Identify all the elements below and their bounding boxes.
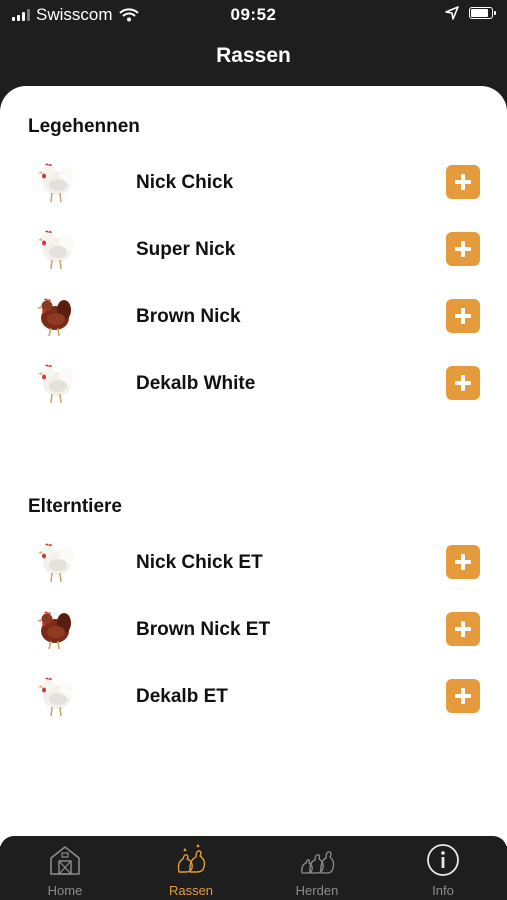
status-time: 09:52	[230, 5, 277, 24]
breed-name: Brown Nick	[136, 306, 241, 327]
chickens-icon	[177, 844, 206, 873]
status-bar: Swisscom 09:52	[0, 0, 507, 30]
section-title-legehennen: Legehennen	[28, 116, 140, 137]
list-item[interactable]: Dekalb ET	[0, 672, 507, 732]
battery-icon	[469, 7, 496, 19]
brown-hen-icon	[30, 292, 78, 340]
breed-name: Dekalb White	[136, 373, 256, 394]
breed-name: Dekalb ET	[136, 686, 228, 707]
tab-label: Home	[47, 883, 83, 898]
flock-icon	[301, 851, 335, 874]
tab-label: Rassen	[168, 883, 214, 898]
add-button[interactable]	[446, 165, 480, 199]
page-title: Rassen	[216, 44, 291, 67]
status-right-group	[445, 6, 496, 20]
add-button[interactable]	[446, 679, 480, 713]
tab-label: Herden	[295, 883, 339, 898]
section-title-elterntiere: Elterntiere	[28, 496, 122, 517]
white-hen-icon	[30, 359, 78, 407]
white-hen-icon	[30, 225, 78, 273]
barn-icon	[50, 846, 80, 875]
location-arrow-icon	[445, 6, 459, 20]
list-item[interactable]: Brown Nick ET	[0, 605, 507, 665]
tab-home[interactable]: Home	[2, 836, 128, 900]
list-item[interactable]: Nick Chick ET	[0, 538, 507, 598]
breeds-list: Legehennen Nick Chick Super Nick Brown N…	[0, 86, 507, 846]
breed-name: Brown Nick ET	[136, 619, 271, 640]
list-item[interactable]: Nick Chick	[0, 158, 507, 218]
tab-info[interactable]: Info	[380, 836, 506, 900]
add-button[interactable]	[446, 545, 480, 579]
white-hen-icon	[30, 158, 78, 206]
list-item[interactable]: Super Nick	[0, 225, 507, 285]
tab-rassen[interactable]: Rassen	[128, 836, 254, 900]
tab-bar: Home Rassen Herden Info	[0, 836, 507, 900]
add-button[interactable]	[446, 366, 480, 400]
breed-name: Nick Chick ET	[136, 552, 263, 573]
brown-hen-icon	[30, 605, 78, 653]
list-item[interactable]: Brown Nick	[0, 292, 507, 352]
list-item[interactable]: Dekalb White	[0, 359, 507, 419]
breed-name: Nick Chick	[136, 172, 234, 193]
tab-label: Info	[432, 883, 454, 898]
white-hen-icon	[30, 672, 78, 720]
add-button[interactable]	[446, 299, 480, 333]
add-button[interactable]	[446, 232, 480, 266]
info-icon	[427, 844, 459, 876]
white-hen-icon	[30, 538, 78, 586]
tab-herden[interactable]: Herden	[254, 836, 380, 900]
add-button[interactable]	[446, 612, 480, 646]
breed-name: Super Nick	[136, 239, 236, 260]
